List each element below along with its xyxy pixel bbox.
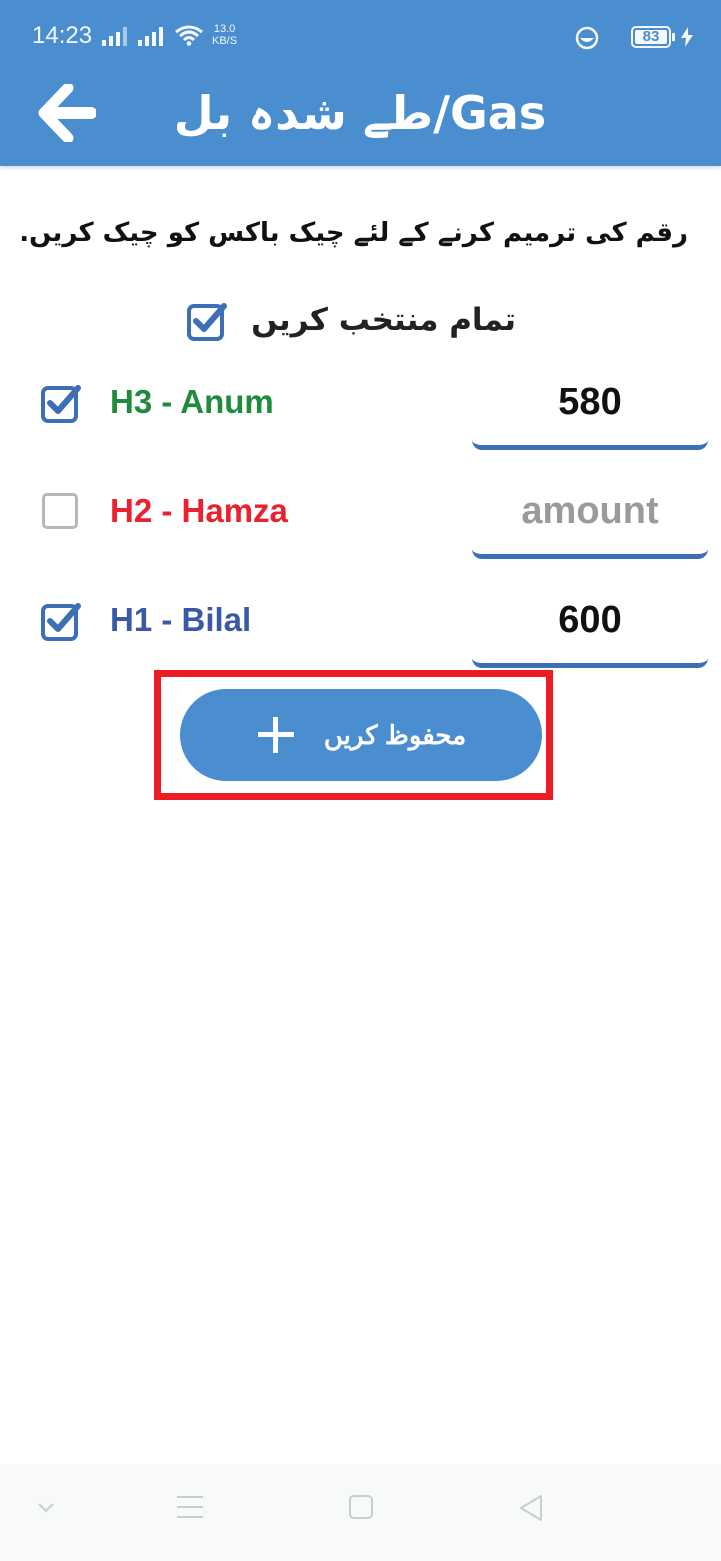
network-speed: 13.0 KB/S — [212, 23, 237, 47]
checkbox-checked-icon — [41, 385, 81, 423]
network-speed-unit: KB/S — [212, 35, 238, 47]
arrow-left-icon — [38, 82, 97, 144]
select-all-row[interactable]: تمام منتخب کریں — [186, 292, 526, 348]
list-item: H1 - Bilal — [0, 586, 721, 676]
home-square-icon[interactable] — [348, 1494, 374, 1524]
signal-2-icon — [138, 26, 166, 46]
signal-1-icon — [102, 26, 130, 46]
input-underline — [472, 549, 708, 559]
chevron-down-icon[interactable] — [36, 1500, 56, 1519]
row-name: H2 - Hamza — [110, 492, 288, 529]
status-right-cluster: 83 — [575, 24, 693, 51]
back-button[interactable] — [38, 82, 97, 144]
select-all-label: تمام منتخب کریں — [251, 302, 516, 338]
row-name: H1 - Bilal — [110, 601, 252, 638]
wifi-icon — [174, 24, 204, 46]
row-checkbox-h3[interactable] — [40, 382, 81, 423]
list-item: H3 - Anum — [0, 368, 721, 458]
instruction-text: رقم کی ترمیم کرنے کے لئے چیک باکس کو چیک… — [19, 218, 688, 248]
menu-icon[interactable] — [176, 1494, 204, 1524]
checkbox-checked-icon — [187, 303, 227, 341]
row-name: H3 - Anum — [110, 383, 274, 420]
network-speed-value: 13.0 — [213, 23, 236, 35]
back-triangle-icon[interactable] — [518, 1494, 544, 1526]
row-checkbox-h1[interactable] — [40, 600, 81, 641]
checkbox-checked-icon — [41, 603, 81, 641]
amount-input-h2[interactable] — [472, 477, 708, 545]
battery-level: 83 — [642, 28, 660, 45]
select-all-checkbox[interactable] — [186, 300, 227, 341]
status-time: 14:23 — [32, 22, 93, 49]
save-button-label: محفوظ کریں — [323, 720, 467, 750]
status-bar: 14:23 13.0 KB/S 83 — [0, 0, 721, 72]
list-item: H2 - Hamza — [0, 477, 721, 567]
checkbox-unchecked-icon — [42, 493, 78, 529]
plus-icon — [258, 717, 294, 753]
row-checkbox-h2[interactable] — [40, 491, 80, 531]
amount-input-h3[interactable] — [472, 368, 708, 436]
eye-comfort-icon — [575, 26, 599, 54]
input-underline — [472, 658, 708, 668]
charging-bolt-icon — [681, 27, 693, 51]
system-nav-bar — [0, 1464, 721, 1561]
app-bar: 14:23 13.0 KB/S 83 طے شدہ بل/Gas — [0, 0, 721, 166]
amount-input-h1[interactable] — [472, 586, 708, 654]
page-title: طے شدہ بل/Gas — [173, 86, 547, 140]
input-underline — [472, 440, 708, 450]
save-button[interactable]: محفوظ کریں — [180, 689, 542, 781]
battery-indicator: 83 — [631, 26, 671, 48]
